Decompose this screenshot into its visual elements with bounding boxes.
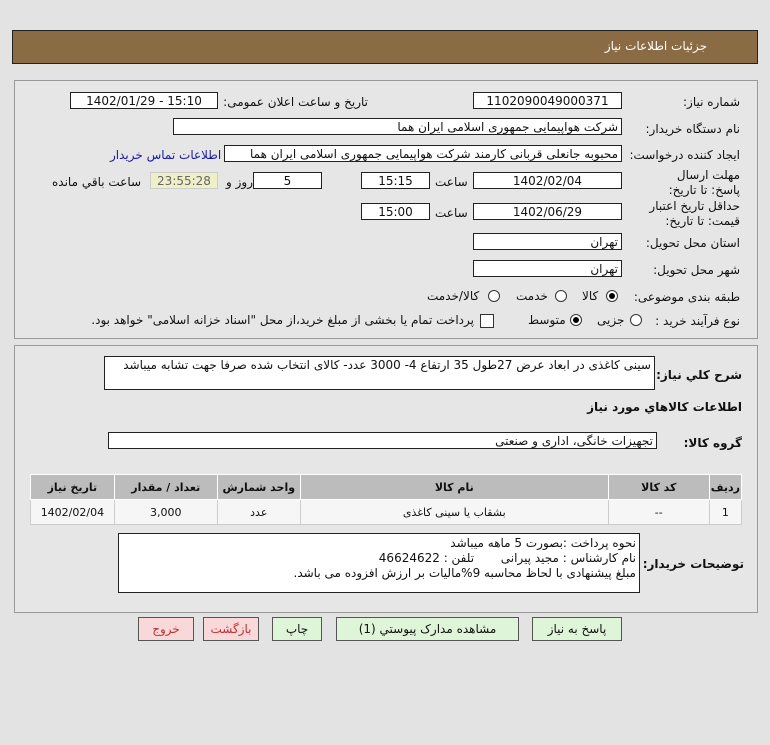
city-field: تهران: [473, 260, 622, 277]
col-unit: واحد شمارش: [216, 474, 301, 500]
announce-field: 1402/01/29 - 15:10: [70, 92, 218, 109]
creator-label: ایجاد کننده درخواست:: [629, 148, 740, 162]
announce-label: تاریخ و ساعت اعلان عمومی:: [223, 95, 368, 109]
col-name: نام کالا: [299, 474, 609, 500]
process-radio-medium[interactable]: [570, 314, 582, 326]
process-option-minor: جزیی: [597, 313, 625, 327]
notes-line: نام کارشناس : مجید پیرانی تلفن : 4662462…: [378, 551, 636, 565]
days-remaining-field: 5: [253, 172, 322, 189]
summary-field: سینی کاغذی در ابعاد عرض 27طول 35 ارتفاع …: [104, 356, 655, 390]
province-label: استان محل تحویل:: [645, 236, 740, 250]
treasury-note: پرداخت تمام یا بخشی از مبلغ خرید،از محل …: [91, 313, 474, 327]
notes-line: مبلغ پیشنهادی با لحاظ محاسبه 9%مالیات بر…: [293, 566, 636, 580]
need-number-field: 1102090049000371: [473, 92, 622, 109]
validity-label: حداقل تاریخ اعتبار قیمت: تا تاریخ:: [649, 199, 740, 228]
category-option-both: کالا/خدمت: [427, 289, 480, 303]
remaining-time-field: 23:55:28: [150, 172, 218, 189]
category-option-goods: کالا: [582, 289, 599, 303]
days-label: روز و: [226, 175, 253, 189]
buyer-field: شرکت هواپیمایی جمهوری اسلامی ایران هما: [173, 118, 622, 135]
city-label: شهر محل تحویل:: [653, 263, 740, 277]
process-label: نوع فرآیند خرید :: [655, 314, 740, 328]
treasury-checkbox[interactable]: [480, 314, 494, 328]
cell-unit: عدد: [216, 499, 301, 525]
buyer-label: نام دستگاه خریدار:: [645, 122, 741, 136]
group-field: تجهیزات خانگی، اداری و صنعتی: [108, 432, 657, 449]
view-attachments-button[interactable]: مشاهده مدارک پیوستي (1): [336, 617, 519, 641]
validity-time-field: 15:00: [361, 203, 430, 220]
goods-section-title: اطلاعات کالاهاي مورد نياز: [587, 400, 742, 414]
summary-label: شرح کلي نياز:: [656, 368, 742, 382]
category-label: طبقه بندی موضوعی:: [633, 290, 740, 304]
deadline-time-field: 15:15: [361, 172, 430, 189]
cell-name: بشقاب یا سینی کاغذی: [299, 499, 609, 525]
back-button[interactable]: بازگشت: [203, 617, 259, 641]
page-title: جزئیات اطلاعات نیاز: [604, 39, 707, 53]
cell-qty: 3,000: [113, 499, 218, 525]
exit-button[interactable]: خروج: [138, 617, 194, 641]
creator-field: محبوبه جانعلی قربانی کارمند شرکت هواپیما…: [224, 145, 622, 162]
col-date: تاریخ نیاز: [30, 474, 115, 500]
cell-row: 1: [708, 499, 743, 525]
province-field: تهران: [473, 233, 622, 250]
deadline-date-field: 1402/02/04: [473, 172, 622, 189]
deadline-time-label: ساعت: [435, 175, 468, 189]
table-header-row: ردیف کد کالا نام کالا واحد شمارش تعداد /…: [30, 474, 743, 500]
process-option-medium: متوسط: [528, 313, 566, 327]
table-row: 1 -- بشقاب یا سینی کاغذی عدد 3,000 1402/…: [30, 499, 743, 525]
cell-code: --: [607, 499, 710, 525]
col-row: ردیف: [708, 474, 743, 500]
cell-date: 1402/02/04: [30, 499, 115, 525]
notes-field: نحوه پرداخت :بصورت 5 ماهه میباشد نام کار…: [118, 533, 640, 593]
page-header: جزئیات اطلاعات نیاز: [12, 30, 758, 64]
buyer-contact-link[interactable]: اطلاعات تماس خریدار: [110, 148, 221, 162]
notes-line: نحوه پرداخت :بصورت 5 ماهه میباشد: [450, 536, 636, 550]
category-radio-goods[interactable]: [606, 290, 618, 302]
col-code: کد کالا: [607, 474, 710, 500]
col-qty: تعداد / مقدار: [113, 474, 218, 500]
category-option-service: خدمت: [516, 289, 548, 303]
category-radio-service[interactable]: [555, 290, 567, 302]
notes-label: توضیحات خریدار:: [642, 557, 744, 571]
category-radio-both[interactable]: [488, 290, 500, 302]
validity-time-label: ساعت: [435, 206, 468, 220]
process-radio-minor[interactable]: [630, 314, 642, 326]
need-number-label: شماره نیاز:: [683, 95, 740, 109]
goods-table: ردیف کد کالا نام کالا واحد شمارش تعداد /…: [30, 474, 743, 525]
group-label: گروه کالا:: [683, 436, 742, 450]
reply-button[interactable]: پاسخ به نیاز: [532, 617, 622, 641]
deadline-label: مهلت ارسال پاسخ: تا تاریخ:: [668, 168, 740, 197]
print-button[interactable]: چاپ: [272, 617, 322, 641]
validity-date-field: 1402/06/29: [473, 203, 622, 220]
remaining-label: ساعت باقي مانده: [52, 175, 142, 189]
